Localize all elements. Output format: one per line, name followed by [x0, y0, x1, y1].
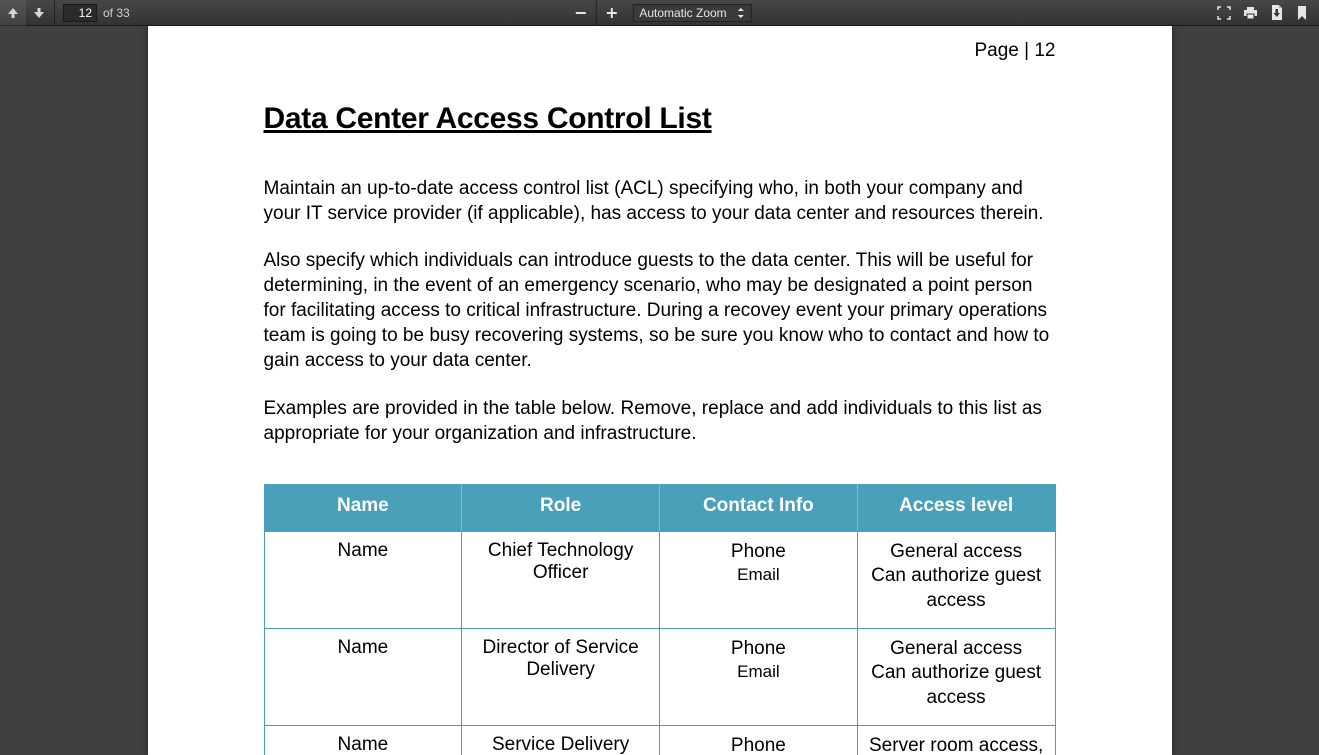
zoom-in-button[interactable]	[598, 0, 624, 26]
cell-contact: Phone Email	[660, 628, 858, 725]
chevron-updown-icon	[737, 8, 745, 18]
paragraph: Also specify which individuals can intro…	[264, 248, 1056, 373]
cell-contact: Phone Email	[660, 725, 858, 755]
table-row: Name Director of Service Delivery Phone …	[264, 628, 1055, 725]
table-row: Name Chief Technology Officer Phone Emai…	[264, 531, 1055, 628]
toolbar-divider	[595, 0, 596, 25]
table-header-row: Name Role Contact Info Access level	[264, 484, 1055, 531]
page-count-label: of 33	[103, 6, 130, 20]
paragraph: Maintain an up-to-date access control li…	[264, 176, 1056, 226]
page-number-input[interactable]	[63, 4, 97, 22]
cell-role: Chief Technology Officer	[462, 531, 660, 628]
print-button[interactable]	[1237, 0, 1263, 26]
fullscreen-button[interactable]	[1211, 0, 1237, 26]
page-header-label: Page | 12	[264, 26, 1056, 62]
toolbar-center-group: Automatic Zoom	[567, 0, 751, 25]
acl-table: Name Role Contact Info Access level Name…	[264, 484, 1056, 755]
toolbar-left-group: of 33	[0, 0, 136, 25]
cell-role: Service Delivery Engineer	[462, 725, 660, 755]
cell-access: General access Can authorize guest acces…	[857, 628, 1055, 725]
paragraph: Examples are provided in the table below…	[264, 396, 1056, 446]
pdf-viewer[interactable]: Page | 12 Data Center Access Control Lis…	[0, 26, 1319, 755]
cell-access: General access Can authorize guest acces…	[857, 531, 1055, 628]
col-role: Role	[462, 484, 660, 531]
col-name: Name	[264, 484, 462, 531]
cell-contact: Phone Email	[660, 531, 858, 628]
zoom-out-button[interactable]	[567, 0, 593, 26]
prev-page-button[interactable]	[0, 0, 26, 26]
cell-name: Name	[264, 628, 462, 725]
next-page-button[interactable]	[26, 0, 52, 26]
page-title: Data Center Access Control List	[264, 102, 1056, 136]
zoom-select[interactable]: Automatic Zoom	[632, 4, 751, 22]
cell-name: Name	[264, 531, 462, 628]
cell-name: Name	[264, 725, 462, 755]
toolbar-divider	[54, 0, 55, 25]
cell-role: Director of Service Delivery	[462, 628, 660, 725]
pdf-toolbar: of 33 Automatic Zoom	[0, 0, 1319, 26]
col-access: Access level	[857, 484, 1055, 531]
download-button[interactable]	[1263, 0, 1289, 26]
pdf-page: Page | 12 Data Center Access Control Lis…	[148, 26, 1172, 755]
zoom-select-label: Automatic Zoom	[639, 6, 726, 20]
toolbar-right-group	[1211, 0, 1319, 25]
bookmark-button[interactable]	[1289, 0, 1315, 26]
table-row: Name Service Delivery Engineer Phone Ema…	[264, 725, 1055, 755]
cell-access: Server room access, cage/cabinet, NOC ac…	[857, 725, 1055, 755]
col-contact: Contact Info	[660, 484, 858, 531]
